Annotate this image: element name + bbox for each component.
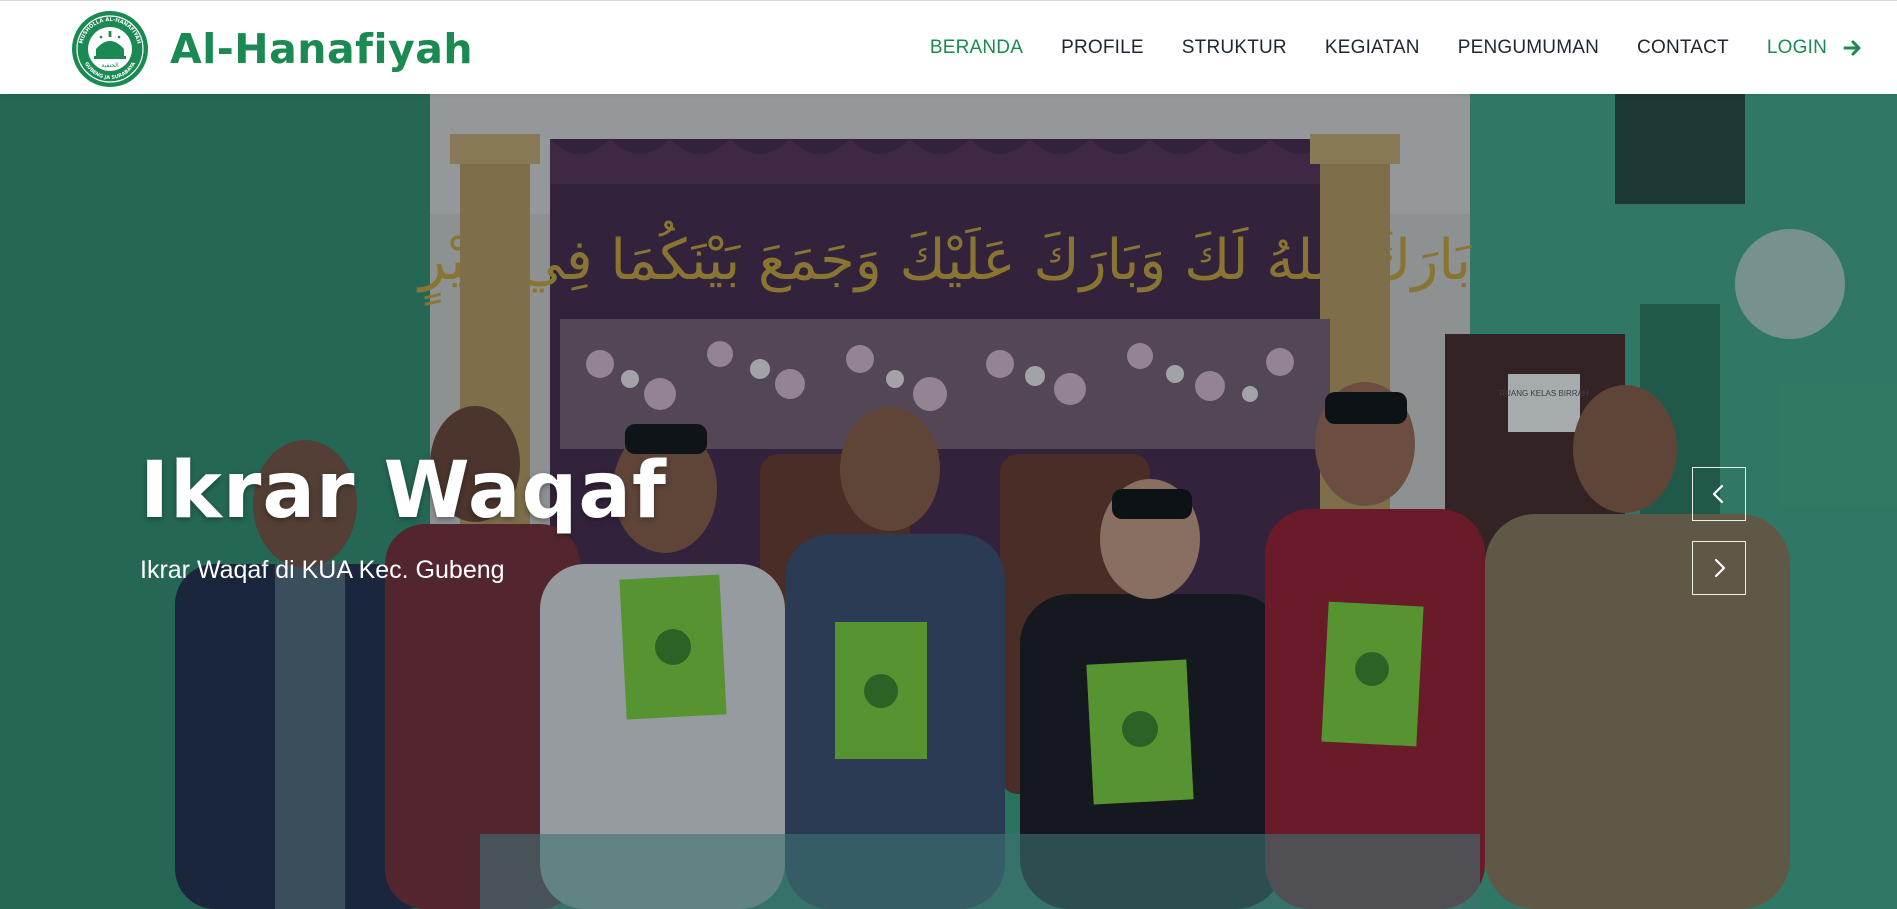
carousel-next-button[interactable] <box>1692 541 1746 595</box>
logo-emblem: MUSHOLLA AL-HANAFIYAH GUBENG JA SURABAYA… <box>72 11 148 87</box>
login-link[interactable]: LOGIN <box>1767 37 1863 59</box>
nav-item-profile[interactable]: PROFILE <box>1061 37 1144 59</box>
chevron-left-icon <box>1712 484 1724 504</box>
svg-text:الحنفية: الحنفية <box>101 62 119 69</box>
login-label: LOGIN <box>1766 37 1827 58</box>
arrow-right-icon <box>1843 40 1861 56</box>
main-nav: BERANDA PROFILE STRUKTUR KEGIATAN PENGUM… <box>892 1 1863 95</box>
nav-item-beranda[interactable]: BERANDA <box>930 37 1023 59</box>
carousel-prev-button[interactable] <box>1692 467 1746 521</box>
nav-item-pengumuman[interactable]: PENGUMUMAN <box>1458 37 1599 59</box>
navbar: MUSHOLLA AL-HANAFIYAH GUBENG JA SURABAYA… <box>0 0 1897 94</box>
nav-item-contact[interactable]: CONTACT <box>1637 37 1729 59</box>
hero-subtitle: Ikrar Waqaf di KUA Kec. Gubeng <box>140 556 505 584</box>
brand-name: Al-Hanafiyah <box>170 25 474 73</box>
nav-item-struktur[interactable]: STRUKTUR <box>1182 37 1287 59</box>
hero-caption: Ikrar Waqaf Ikrar Waqaf di KUA Kec. Gube… <box>140 446 667 585</box>
hero-title: Ikrar Waqaf <box>140 446 667 536</box>
nav-item-kegiatan[interactable]: KEGIATAN <box>1325 37 1420 59</box>
hero-carousel: بَارَكَ اللهُ لَكَ وَبَارَكَ عَلَيْكَ وَ… <box>0 94 1897 909</box>
brand-link[interactable]: MUSHOLLA AL-HANAFIYAH GUBENG JA SURABAYA… <box>70 9 473 89</box>
chevron-right-icon <box>1714 558 1726 578</box>
